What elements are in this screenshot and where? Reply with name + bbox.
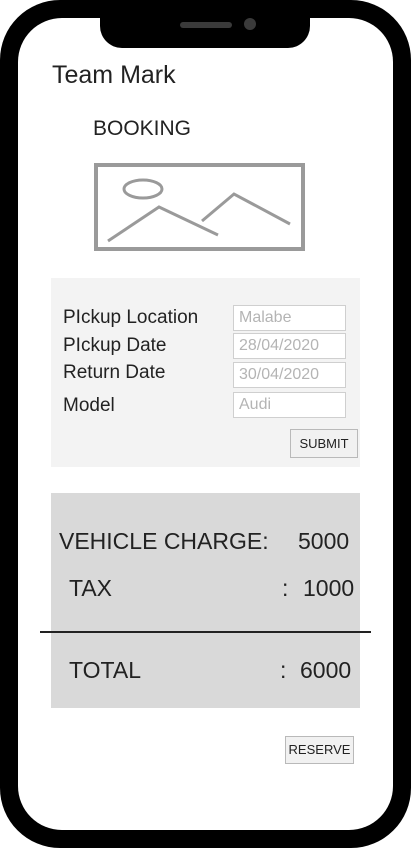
model-input[interactable]: Audi [233,392,346,418]
tax-value: 1000 [303,575,355,601]
tax-separator: : [282,575,289,601]
summary-divider [40,631,371,633]
total-value: 6000 [300,657,352,683]
front-camera [244,18,256,30]
reserve-button[interactable]: RESERVE [285,736,354,764]
model-label: Model [63,395,115,416]
pickup-date-input[interactable]: 28/04/2020 [233,333,346,359]
pickup-location-input[interactable]: Malabe [233,305,346,331]
total-separator: : [280,657,287,683]
pickup-date-label: PIckup Date [63,335,167,356]
tax-label: TAX [69,575,113,601]
image-placeholder-icon [94,163,305,251]
pickup-location-label: PIckup Location [63,307,199,328]
speaker-grille [180,22,232,28]
vehicle-charge-value: 5000 [298,528,350,554]
vehicle-charge-label: VEHICLE CHARGE: [59,528,269,554]
submit-button[interactable]: SUBMIT [290,429,358,458]
total-label: TOTAL [69,657,141,683]
page-title: BOOKING [93,117,192,140]
app-title: Team Mark [52,61,176,89]
return-date-label: Return Date [63,362,166,383]
return-date-input[interactable]: 30/04/2020 [233,362,346,388]
